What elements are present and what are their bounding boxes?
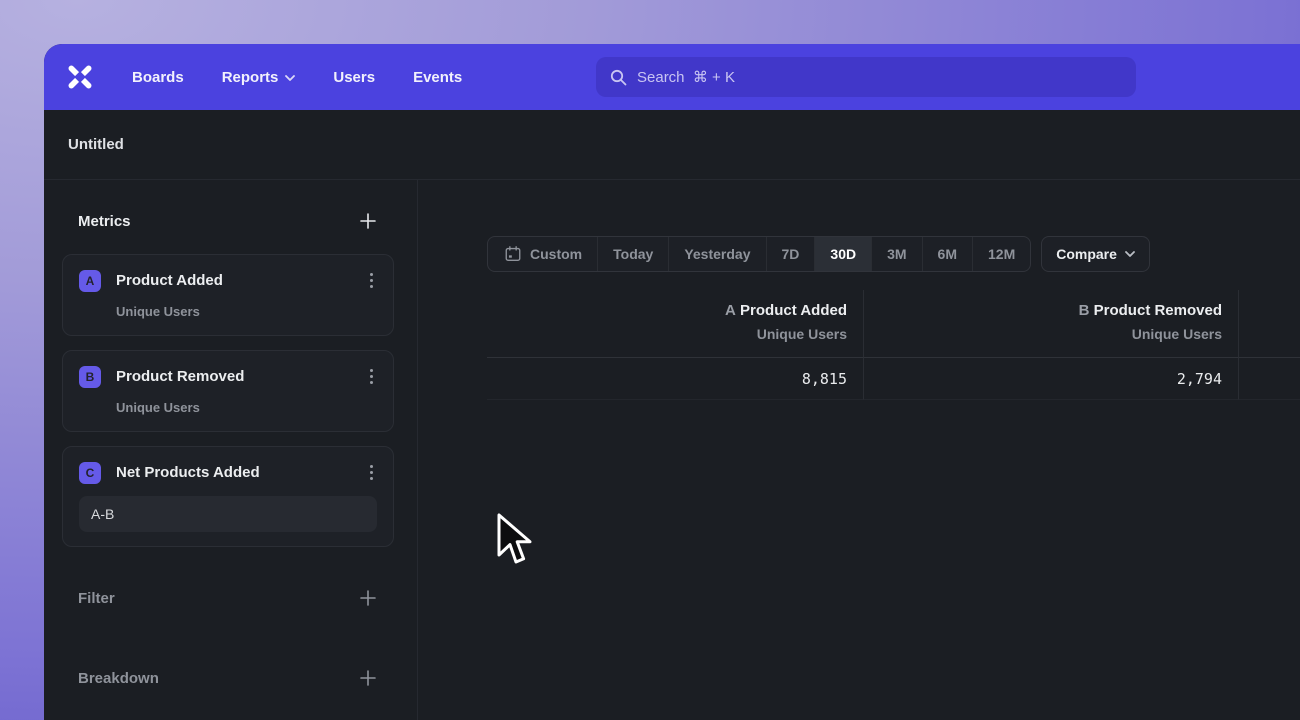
date-toolbar: Custom Today Yesterday 7D 30D 3M 6M 12M …: [487, 236, 1150, 272]
report-canvas: Custom Today Yesterday 7D 30D 3M 6M 12M …: [418, 180, 1300, 720]
range-6m[interactable]: 6M: [922, 237, 972, 271]
metric-letter-badge: B: [79, 366, 101, 388]
metrics-title: Metrics: [78, 213, 131, 230]
results-table: A Product Added Unique Users B Product R…: [487, 290, 1300, 400]
metric-menu-button[interactable]: [366, 461, 377, 484]
metric-name[interactable]: Net Products Added: [116, 464, 366, 481]
column-header-spacer: [1239, 290, 1300, 358]
column-letter: A: [725, 302, 736, 319]
column-subtitle: Unique Users: [864, 322, 1222, 346]
plus-icon: [359, 589, 377, 607]
column-letter: B: [1079, 302, 1090, 319]
range-label: 7D: [782, 246, 800, 262]
metric-measurement[interactable]: Unique Users: [116, 304, 377, 319]
range-label: 6M: [938, 246, 957, 262]
add-breakdown-button[interactable]: [357, 667, 379, 689]
body: Metrics A Product Added Unique Users B P…: [44, 180, 1300, 720]
plus-icon: [359, 669, 377, 687]
value-cell-b[interactable]: 2,794: [864, 358, 1239, 400]
nav-item-label: Boards: [132, 69, 184, 86]
nav-item-label: Events: [413, 69, 462, 86]
add-filter-button[interactable]: [357, 587, 379, 609]
mixpanel-logo-icon[interactable]: [64, 61, 96, 93]
value-cell-spacer: [1239, 358, 1300, 400]
chevron-down-icon: [1125, 251, 1135, 258]
formula-input[interactable]: [79, 496, 377, 532]
search-icon: [610, 69, 627, 86]
app-window: Boards Reports Users Events Untitled Met…: [44, 44, 1300, 720]
column-subtitle: Unique Users: [487, 322, 847, 346]
metric-name[interactable]: Product Removed: [116, 368, 366, 385]
metric-card-b[interactable]: B Product Removed Unique Users: [62, 350, 394, 432]
filter-title: Filter: [78, 590, 115, 607]
add-metric-button[interactable]: [357, 210, 379, 232]
metrics-section-header: Metrics: [78, 210, 379, 232]
date-range-segmented-control: Custom Today Yesterday 7D 30D 3M 6M 12M: [487, 236, 1031, 272]
doc-header: Untitled: [44, 110, 1300, 180]
range-12m[interactable]: 12M: [972, 237, 1030, 271]
range-label: Today: [613, 246, 653, 262]
query-sidebar: Metrics A Product Added Unique Users B P…: [44, 180, 418, 720]
column-header-b[interactable]: B Product Removed Unique Users: [864, 290, 1239, 358]
range-yesterday[interactable]: Yesterday: [668, 237, 765, 271]
metric-letter-badge: C: [79, 462, 101, 484]
top-nav: Boards Reports Users Events: [44, 44, 1300, 110]
column-header-a[interactable]: A Product Added Unique Users: [487, 290, 864, 358]
plus-icon: [359, 212, 377, 230]
column-title: Product Removed: [1094, 302, 1222, 319]
range-30d[interactable]: 30D: [814, 237, 871, 271]
compare-label: Compare: [1056, 246, 1117, 262]
chevron-down-icon: [285, 75, 295, 82]
metric-card-a[interactable]: A Product Added Unique Users: [62, 254, 394, 336]
nav-items: Boards Reports Users Events: [132, 69, 462, 86]
metric-measurement[interactable]: Unique Users: [116, 400, 377, 415]
nav-item-users[interactable]: Users: [333, 69, 375, 86]
range-label: 30D: [830, 246, 856, 262]
breakdown-title: Breakdown: [78, 670, 159, 687]
range-3m[interactable]: 3M: [871, 237, 921, 271]
nav-item-label: Reports: [222, 69, 279, 86]
nav-item-label: Users: [333, 69, 375, 86]
range-today[interactable]: Today: [597, 237, 668, 271]
metric-name[interactable]: Product Added: [116, 272, 366, 289]
nav-item-events[interactable]: Events: [413, 69, 462, 86]
range-7d[interactable]: 7D: [766, 237, 815, 271]
range-label: Custom: [530, 246, 582, 262]
nav-item-boards[interactable]: Boards: [132, 69, 184, 86]
range-label: Yesterday: [684, 246, 750, 262]
nav-item-reports[interactable]: Reports: [222, 69, 296, 86]
value-cell-a[interactable]: 8,815: [487, 358, 864, 400]
metric-menu-button[interactable]: [366, 365, 377, 388]
metric-letter-badge: A: [79, 270, 101, 292]
filter-section-header: Filter: [78, 587, 379, 609]
metric-card-c[interactable]: C Net Products Added: [62, 446, 394, 547]
compare-button[interactable]: Compare: [1041, 236, 1150, 272]
range-label: 12M: [988, 246, 1015, 262]
search-input[interactable]: [637, 57, 1122, 97]
metric-menu-button[interactable]: [366, 269, 377, 292]
column-title: Product Added: [740, 302, 847, 319]
breakdown-section-header: Breakdown: [78, 667, 379, 689]
range-label: 3M: [887, 246, 906, 262]
page-title[interactable]: Untitled: [68, 136, 124, 153]
calendar-icon: [504, 245, 522, 263]
search-bar[interactable]: [596, 57, 1136, 97]
range-custom[interactable]: Custom: [488, 237, 597, 271]
